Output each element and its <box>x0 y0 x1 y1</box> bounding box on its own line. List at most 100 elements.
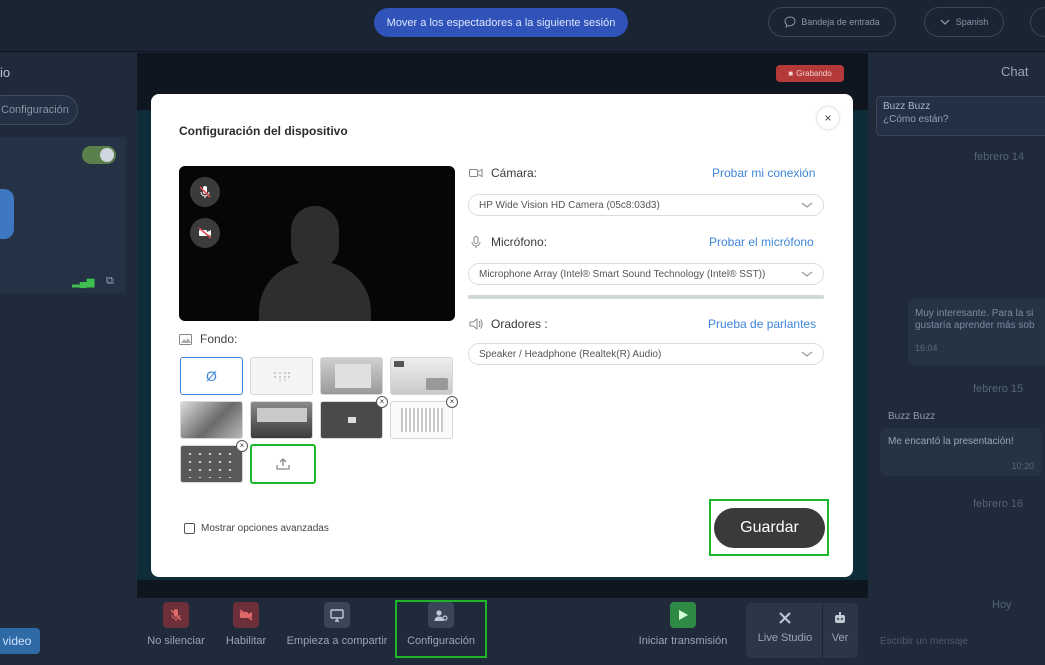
participant-card: ▂▄▆ ⧉ <box>0 137 126 293</box>
view-button[interactable]: Ver <box>826 611 854 665</box>
live-divider <box>822 603 823 658</box>
mic-select-value: Microphone Array (Intel® Smart Sound Tec… <box>479 268 766 280</box>
background-lobby-tile[interactable] <box>250 401 313 439</box>
topbar-extra-button[interactable] <box>1030 7 1045 37</box>
monitor-icon <box>324 602 350 628</box>
language-select[interactable]: Spanish <box>924 7 1004 37</box>
tools-icon <box>779 612 791 624</box>
test-connection-link[interactable]: Probar mi conexión <box>712 166 815 180</box>
external-link-icon[interactable]: ⧉ <box>106 275 114 288</box>
speakers-field-label: Oradores : <box>469 317 548 331</box>
robot-icon <box>835 612 845 623</box>
inbox-label: Bandeja de entrada <box>801 17 880 27</box>
background-none-tile[interactable]: Ø <box>180 357 243 395</box>
unmute-button[interactable]: No silenciar <box>146 602 206 658</box>
background-beach-tile[interactable] <box>180 401 243 439</box>
chat-time: 10:20 <box>1011 461 1034 471</box>
background-pattern-tile[interactable]: × <box>180 440 248 483</box>
office-logo <box>394 361 404 367</box>
person-silhouette-icon <box>291 206 339 268</box>
enable-video-button[interactable]: Habilitar <box>222 602 270 658</box>
background-room-tile[interactable] <box>320 357 383 395</box>
move-viewers-button[interactable]: Mover a los espectadores a la siguiente … <box>374 8 628 37</box>
left-panel: io Configuración ▂▄▆ ⧉ video <box>0 53 137 665</box>
test-mic-link[interactable]: Probar el micrófono <box>709 235 814 249</box>
preview-camera-toggle[interactable] <box>190 218 220 248</box>
lobby-window <box>257 408 307 422</box>
background-office-tile[interactable] <box>390 357 453 395</box>
chat-text: ¿Cómo están? <box>883 114 949 125</box>
start-stream-label: Iniciar transmisión <box>638 635 728 647</box>
start-share-button[interactable]: Empieza a compartir <box>284 602 390 658</box>
chat-text: Muy interesante. Para la si <box>915 308 1034 319</box>
test-speakers-link[interactable]: Prueba de parlantes <box>708 317 816 331</box>
chevron-down-icon <box>940 19 950 25</box>
inbox-button[interactable]: Bandeja de entrada <box>768 7 896 37</box>
person-silhouette-body <box>259 262 371 321</box>
language-label: Spanish <box>955 17 989 27</box>
camera-off-icon <box>233 602 259 628</box>
view-label: Ver <box>831 632 849 644</box>
save-button[interactable]: Guardar <box>714 508 825 548</box>
camera-select-value: HP Wide Vision HD Camera (05c8:03d3) <box>479 199 660 211</box>
office-furniture <box>426 378 448 390</box>
chat-date: febrero 14 <box>974 151 1025 163</box>
chat-title: Chat <box>1001 64 1029 79</box>
chat-bubble-icon <box>784 16 796 28</box>
close-icon: × <box>824 111 832 125</box>
chevron-down-icon <box>801 202 813 208</box>
modal-title: Configuración del dispositivo <box>179 124 348 138</box>
blur-icon <box>273 372 290 381</box>
chat-message: Me encantó la presentación! 10:20 <box>880 428 1042 476</box>
start-stream-button[interactable]: Iniciar transmisión <box>634 602 732 658</box>
live-studio-button[interactable]: Live Studio <box>752 611 818 665</box>
mic-select[interactable]: Microphone Array (Intel® Smart Sound Tec… <box>468 263 824 285</box>
chat-text: gustaría aprender más sob <box>915 320 1035 331</box>
mic-off-icon <box>199 186 211 198</box>
left-config-button[interactable]: Configuración <box>0 95 78 125</box>
chevron-down-icon <box>801 271 813 277</box>
remove-background-icon[interactable]: × <box>446 396 458 408</box>
live-studio-label: Live Studio <box>757 632 813 644</box>
share-label: Empieza a compartir <box>286 635 388 647</box>
background-wordcloud-tile[interactable]: × <box>390 396 458 439</box>
speakers-label: Oradores : <box>491 317 548 331</box>
recording-badge: ■ Grabando <box>776 65 844 82</box>
camera-label: Cámara: <box>491 166 538 180</box>
mic-off-icon <box>163 602 189 628</box>
no-background-icon: Ø <box>206 368 217 384</box>
remove-background-icon[interactable]: × <box>236 440 248 452</box>
checkbox-icon[interactable] <box>184 523 195 534</box>
signal-icon: ▂▄▆ <box>72 277 95 288</box>
device-settings-modal: Configuración del dispositivo × Fondo: Ø <box>151 94 853 577</box>
microphone-icon <box>471 235 481 248</box>
chat-date: febrero 16 <box>973 498 1024 510</box>
left-panel-title: io <box>0 65 11 80</box>
chat-input[interactable]: Escribir un mensaje <box>880 636 968 647</box>
chat-date: febrero 15 <box>973 383 1024 395</box>
pattern-dots <box>185 450 239 478</box>
participant-toggle[interactable] <box>82 146 116 164</box>
mic-label: Micrófono: <box>491 235 548 249</box>
settings-highlight <box>395 600 487 658</box>
chat-message: Buzz Buzz ¿Cómo están? <box>876 96 1045 136</box>
video-button[interactable]: video <box>0 628 40 654</box>
upload-background-button[interactable] <box>250 444 316 484</box>
background-label: Fondo: <box>179 332 237 346</box>
wordcloud-pattern <box>401 408 443 432</box>
chat-text: Me encantó la presentación! <box>888 436 1014 447</box>
dark-tile-logo <box>348 417 356 423</box>
close-button[interactable]: × <box>817 107 839 129</box>
record-icon: ■ <box>788 69 794 78</box>
speakers-select[interactable]: Speaker / Headphone (Realtek(R) Audio) <box>468 343 824 365</box>
background-dark-tile[interactable]: × <box>320 396 388 439</box>
background-blur-tile[interactable] <box>250 357 313 395</box>
unmute-label: No silenciar <box>147 635 205 647</box>
remove-background-icon[interactable]: × <box>376 396 388 408</box>
background-label-text: Fondo: <box>200 332 238 346</box>
camera-off-icon <box>198 227 212 239</box>
preview-mic-toggle[interactable] <box>190 177 220 207</box>
camera-select[interactable]: HP Wide Vision HD Camera (05c8:03d3) <box>468 194 824 216</box>
advanced-options-checkbox[interactable]: Mostrar opciones avanzadas <box>184 523 329 534</box>
play-icon <box>670 602 696 628</box>
